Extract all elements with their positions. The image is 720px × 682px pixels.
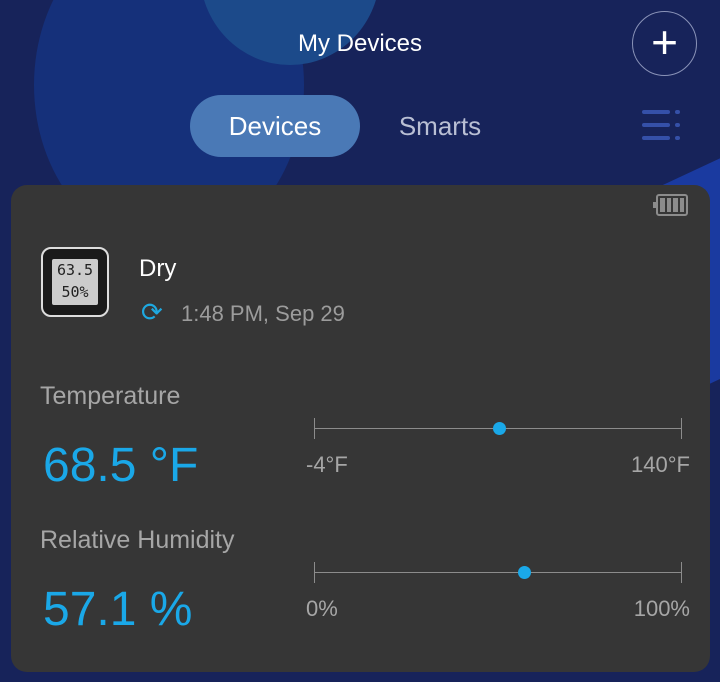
thumbnail-temp: 63.5 [56,261,94,279]
sort-menu-icon[interactable] [642,110,680,140]
device-thumbnail: 63.5 50% [41,247,109,317]
page-title: My Devices [297,30,423,57]
last-update-time: 1:48 PM, Sep 29 [181,301,345,326]
temperature-max: 140°F [631,452,690,477]
humidity-indicator [518,566,532,579]
plus-icon: + [651,16,678,68]
sync-icon[interactable]: ⟳ [141,297,163,328]
temperature-min: -4°F [306,452,348,477]
device-name: Dry [139,255,177,282]
temperature-label: Temperature [40,382,181,410]
humidity-label: Relative Humidity [40,526,235,554]
thumbnail-humidity: 50% [61,283,89,301]
tab-devices[interactable]: Devices [190,95,360,157]
humidity-gauge [314,562,682,583]
add-device-button[interactable]: + [632,11,697,76]
humidity-max: 100% [633,596,690,621]
tab-smarts[interactable]: Smarts [380,95,500,157]
temperature-indicator [493,422,507,435]
temperature-gauge [314,418,682,439]
battery-full-icon [653,194,688,216]
temperature-value: 68.5 °F [43,439,199,492]
humidity-value: 57.1 % [43,583,193,636]
humidity-min: 0% [306,596,338,621]
device-card[interactable]: 63.5 50% Dry ⟳ 1:48 PM, Sep 29 Temperatur… [11,185,710,672]
